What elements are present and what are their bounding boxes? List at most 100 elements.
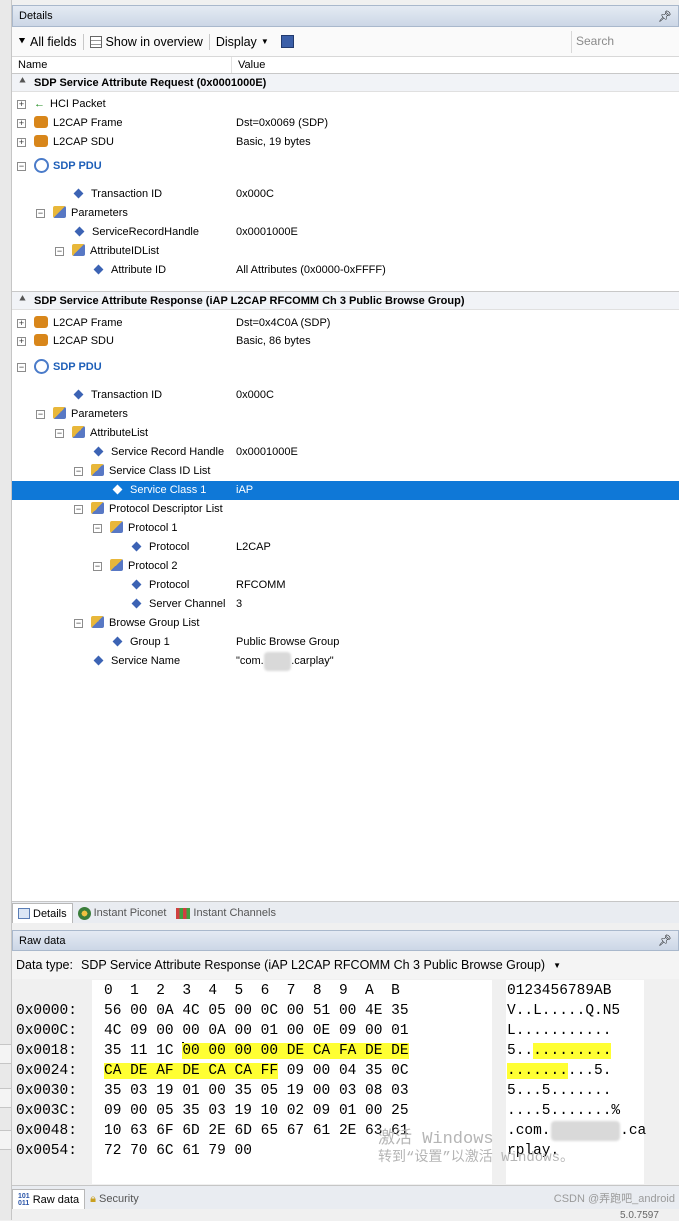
tree-row[interactable]: ServiceRecordHandle 0x0001000E bbox=[12, 223, 679, 242]
tree-row[interactable]: + L2CAP Frame Dst=0x4C0A (SDP) bbox=[12, 314, 679, 333]
field-icon bbox=[131, 541, 142, 552]
show-in-overview-button[interactable]: Show in overview bbox=[84, 31, 209, 53]
list-icon bbox=[91, 616, 104, 629]
hex-row-highlighted: CA DE AF DE CA CA FF 09 00 04 35 0C bbox=[104, 1061, 409, 1081]
expand-icon[interactable]: + bbox=[17, 319, 26, 328]
tab-instant-piconet[interactable]: Instant Piconet bbox=[73, 903, 172, 923]
tree-row[interactable]: + ← HCI Packet bbox=[12, 95, 679, 114]
tree-row[interactable]: Server Channel 3 bbox=[12, 595, 679, 614]
dropdown-arrow-icon[interactable]: ▼ bbox=[553, 961, 561, 970]
tree-row[interactable]: − Protocol 2 bbox=[12, 557, 679, 576]
collapse-icon[interactable]: − bbox=[55, 247, 64, 256]
field-icon bbox=[93, 446, 104, 457]
hex-row-highlighted: 35 11 1C 00 00 00 00 DE CA FA DE DE bbox=[104, 1041, 409, 1061]
tree-row[interactable]: − Protocol 1 bbox=[12, 519, 679, 538]
tree-row[interactable]: + L2CAP SDU Basic, 19 bytes bbox=[12, 133, 679, 152]
row-value: Basic, 86 bytes bbox=[236, 335, 311, 347]
tree-row-selected[interactable]: Service Class 1 iAP bbox=[12, 481, 679, 500]
row-value: All Attributes (0x0000-0xFFFF) bbox=[236, 264, 386, 276]
ascii-row: L........... bbox=[507, 1023, 612, 1039]
row-name: Browse Group List bbox=[109, 617, 200, 629]
field-icon bbox=[131, 598, 142, 609]
data-type-select[interactable]: SDP Service Attribute Response (iAP L2CA… bbox=[81, 958, 545, 972]
details-tree: ⯅ SDP Service Attribute Request (0x00010… bbox=[12, 73, 679, 901]
row-value: 0x0001000E bbox=[236, 446, 298, 458]
tree-row[interactable]: + L2CAP Frame Dst=0x0069 (SDP) bbox=[12, 114, 679, 133]
collapse-icon[interactable]: − bbox=[17, 162, 26, 171]
tree-row[interactable]: − Parameters bbox=[12, 405, 679, 424]
tree-row[interactable]: − Protocol Descriptor List bbox=[12, 500, 679, 519]
tree-row[interactable]: − Browse Group List bbox=[12, 614, 679, 633]
tree-row[interactable]: − AttributeIDList bbox=[12, 242, 679, 261]
display-dropdown[interactable]: Display ▼ bbox=[210, 31, 275, 53]
tree-row[interactable]: Transaction ID 0x000C bbox=[12, 386, 679, 405]
dock-tab[interactable] bbox=[0, 1044, 11, 1064]
tab-label: Raw data bbox=[32, 1193, 80, 1206]
tree-row[interactable]: + L2CAP SDU Basic, 86 bytes bbox=[12, 332, 679, 351]
row-name: AttributeList bbox=[90, 427, 149, 439]
column-name[interactable]: Name bbox=[12, 57, 232, 74]
collapse-icon[interactable]: − bbox=[36, 410, 45, 419]
collapse-icon[interactable]: − bbox=[93, 524, 102, 533]
row-value: 0x000C bbox=[236, 188, 274, 200]
l2cap-sdu-icon bbox=[34, 334, 48, 347]
offset: 0x0018: bbox=[16, 1043, 77, 1059]
tree-row[interactable]: − SDP PDU bbox=[12, 157, 679, 177]
parameters-icon bbox=[53, 407, 66, 420]
tree-row[interactable]: − AttributeList bbox=[12, 424, 679, 443]
collapse-icon[interactable]: − bbox=[74, 619, 83, 628]
details-title: Details bbox=[19, 10, 53, 22]
tree-row[interactable]: − Parameters bbox=[12, 204, 679, 223]
field-icon bbox=[112, 484, 123, 495]
tab-details[interactable]: Details bbox=[12, 903, 73, 923]
tree-row[interactable]: Service Record Handle 0x0001000E bbox=[12, 443, 679, 462]
tab-security[interactable]: 🔒︎ Security bbox=[85, 1189, 144, 1209]
dock-tab[interactable] bbox=[0, 1088, 11, 1108]
expand-icon[interactable]: + bbox=[17, 337, 26, 346]
tab-raw-data[interactable]: 101 011 Raw data bbox=[12, 1189, 86, 1209]
hex-view[interactable]: 0 1 2 3 4 5 6 7 8 9 A B 0123456789AB 0x0… bbox=[12, 980, 679, 1184]
all-fields-button[interactable]: ⯆ All fields bbox=[12, 31, 83, 53]
expand-icon[interactable]: + bbox=[17, 119, 26, 128]
details-tab-strip: Details Instant Piconet Instant Channels bbox=[12, 901, 679, 923]
collapse-icon[interactable]: − bbox=[55, 429, 64, 438]
pin-icon[interactable]: 📌︎ bbox=[658, 934, 672, 947]
collapse-icon[interactable]: − bbox=[74, 467, 83, 476]
tree-row[interactable]: Protocol L2CAP bbox=[12, 538, 679, 557]
hex-column-header: 0 1 2 3 4 5 6 7 8 9 A B bbox=[104, 983, 400, 999]
data-type-bar: Data type: SDP Service Attribute Respons… bbox=[12, 951, 679, 979]
export-button[interactable] bbox=[275, 31, 300, 53]
tab-label: Security bbox=[99, 1193, 139, 1205]
tree-row[interactable]: Attribute ID All Attributes (0x0000-0xFF… bbox=[12, 261, 679, 280]
tree-row[interactable]: Service Name "com.xxxxx.carplay" bbox=[12, 652, 679, 671]
ascii-row: .com. .ca bbox=[507, 1121, 646, 1141]
redacted-blur bbox=[550, 1121, 621, 1141]
field-icon bbox=[73, 188, 84, 199]
expand-icon[interactable]: + bbox=[17, 138, 26, 147]
ascii-bytes: .ca bbox=[620, 1123, 647, 1139]
raw-data-titlebar: Raw data 📌︎ bbox=[12, 930, 679, 951]
collapse-arrow-icon[interactable]: ⯅ bbox=[18, 77, 27, 87]
tree-row[interactable]: − Service Class ID List bbox=[12, 462, 679, 481]
tree-row[interactable]: Protocol RFCOMM bbox=[12, 576, 679, 595]
collapse-icon[interactable]: − bbox=[17, 363, 26, 372]
collapse-icon[interactable]: − bbox=[93, 562, 102, 571]
collapse-icon[interactable]: − bbox=[74, 505, 83, 514]
response-section-header[interactable]: ⯅ SDP Service Attribute Response (iAP L2… bbox=[12, 291, 679, 310]
hex-row: 09 00 05 35 03 19 10 02 09 01 00 25 bbox=[104, 1103, 409, 1119]
row-name: SDP PDU bbox=[53, 361, 102, 373]
tree-row[interactable]: Group 1 Public Browse Group bbox=[12, 633, 679, 652]
offset: 0x0000: bbox=[16, 1003, 77, 1019]
collapse-icon[interactable]: − bbox=[36, 209, 45, 218]
tree-row[interactable]: − SDP PDU bbox=[12, 358, 679, 378]
pin-icon[interactable]: 📌︎ bbox=[658, 10, 672, 23]
collapse-arrow-icon[interactable]: ⯅ bbox=[18, 295, 27, 305]
column-value[interactable]: Value bbox=[232, 57, 679, 74]
tab-instant-channels[interactable]: Instant Channels bbox=[171, 903, 281, 923]
row-value: L2CAP bbox=[236, 541, 271, 553]
request-section-header[interactable]: ⯅ SDP Service Attribute Request (0x00010… bbox=[12, 73, 679, 92]
expand-icon[interactable]: + bbox=[17, 100, 26, 109]
tree-row[interactable]: Transaction ID 0x000C bbox=[12, 185, 679, 204]
dock-tab[interactable] bbox=[0, 1130, 11, 1150]
search-input[interactable]: Search bbox=[571, 30, 679, 53]
